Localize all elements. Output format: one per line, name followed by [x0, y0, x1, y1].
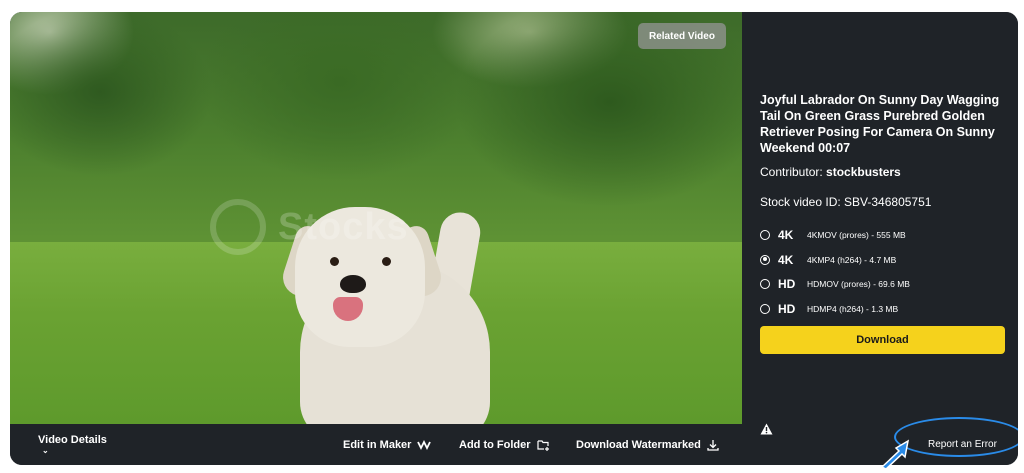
- video-preview-panel: Stocks Related Video Video Details ⌄ Edi…: [10, 12, 1018, 465]
- resolution-label: 4K: [778, 252, 794, 267]
- related-video-button[interactable]: Related Video: [638, 23, 726, 49]
- video-title: Joyful Labrador On Sunny Day Wagging Tai…: [760, 93, 1000, 155]
- download-icon: [707, 439, 719, 451]
- dog-eye-left: [330, 257, 339, 266]
- pointer-arrow-icon: [880, 439, 910, 470]
- video-info-sidebar: Joyful Labrador On Sunny Day Wagging Tai…: [742, 12, 1018, 465]
- format-label: HDMOV (prores) - 69.6 MB: [807, 279, 910, 290]
- video-details-label: Video Details: [38, 434, 107, 446]
- add-to-folder-label: Add to Folder: [459, 438, 531, 451]
- edit-in-maker-label: Edit in Maker: [343, 438, 412, 451]
- radio-button[interactable]: [760, 303, 770, 314]
- format-option[interactable]: HD HDMP4 (h264) - 1.3 MB: [760, 297, 1010, 322]
- watermark-logo-icon: [210, 199, 266, 255]
- watermark-text: Stocks: [278, 205, 409, 248]
- dog-eye-right: [382, 257, 391, 266]
- resolution-label: HD: [778, 301, 796, 316]
- stock-video-id: Stock video ID: SBV-346805751: [760, 195, 932, 209]
- report-error-link[interactable]: Report an Error: [928, 439, 997, 450]
- video-player[interactable]: Stocks Related Video: [10, 12, 742, 424]
- format-label: HDMP4 (h264) - 1.3 MB: [807, 303, 899, 314]
- contributor-name[interactable]: stockbusters: [826, 165, 901, 179]
- warning-icon[interactable]: [760, 423, 773, 438]
- edit-in-maker-button[interactable]: Edit in Maker: [343, 424, 432, 465]
- add-to-folder-button[interactable]: Add to Folder: [459, 424, 550, 465]
- highlight-circle: [894, 417, 1018, 457]
- resolution-label: HD: [778, 277, 796, 292]
- radio-button[interactable]: [760, 230, 770, 241]
- video-details-toggle[interactable]: Video Details ⌄: [38, 424, 107, 465]
- format-label: 4KMOV (prores) - 555 MB: [807, 230, 906, 241]
- contributor-line: Contributor: stockbusters: [760, 165, 901, 179]
- video-action-bar: Video Details ⌄ Edit in Maker Add to Fol…: [10, 424, 742, 465]
- download-watermarked-button[interactable]: Download Watermarked: [576, 424, 719, 465]
- download-button[interactable]: Download: [760, 326, 1005, 354]
- format-label: 4KMP4 (h264) - 4.7 MB: [807, 254, 897, 265]
- radio-button-selected[interactable]: [760, 254, 770, 265]
- contributor-prefix: Contributor:: [760, 165, 827, 179]
- folder-plus-icon: [536, 439, 549, 451]
- dog-nose: [340, 275, 366, 293]
- maker-logo-icon: [417, 439, 432, 450]
- format-options: 4K 4KMOV (prores) - 555 MB 4K 4KMP4 (h26…: [760, 223, 1010, 321]
- format-option[interactable]: 4K 4KMP4 (h264) - 4.7 MB: [760, 248, 1010, 273]
- chevron-down-icon: ⌄: [42, 446, 49, 455]
- format-option[interactable]: 4K 4KMOV (prores) - 555 MB: [760, 223, 1010, 248]
- download-watermarked-label: Download Watermarked: [576, 438, 701, 451]
- format-option[interactable]: HD HDMOV (prores) - 69.6 MB: [760, 272, 1010, 297]
- video-watermark: Stocks: [210, 197, 570, 257]
- resolution-label: 4K: [778, 228, 794, 243]
- radio-button[interactable]: [760, 279, 770, 290]
